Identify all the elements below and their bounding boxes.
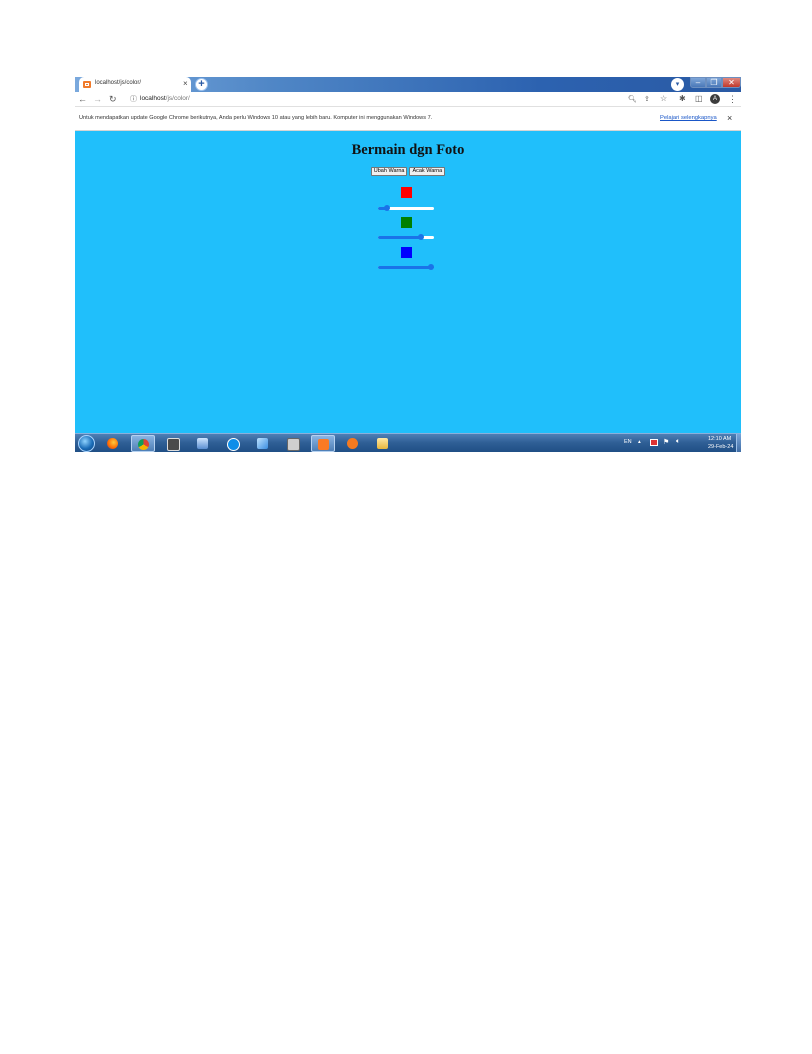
- teamviewer-icon: [227, 438, 240, 451]
- slider-fill: [378, 266, 434, 269]
- notepad-icon: [257, 438, 268, 449]
- minimize-button[interactable]: –: [690, 77, 706, 88]
- browser-title-bar: localhost/js/color/ × + ▾ – ❐ ✕: [75, 77, 741, 92]
- infobar-message: Untuk mendapatkan update Google Chrome b…: [79, 115, 433, 121]
- taskbar-media-player[interactable]: [341, 435, 365, 452]
- close-window-button[interactable]: ✕: [722, 77, 741, 88]
- restore-button[interactable]: ❐: [706, 77, 722, 88]
- file-explorer-icon: [377, 438, 388, 449]
- clock-date[interactable]: 29-Feb-24: [708, 444, 733, 450]
- taskbar-app[interactable]: [161, 435, 185, 452]
- tab-title: localhost/js/color/: [95, 80, 142, 86]
- kebab-menu-icon[interactable]: ⋮: [728, 93, 737, 105]
- page-content: Bermain dgn Foto Ubah Warna Acak Warna: [75, 131, 741, 433]
- address-bar[interactable]: localhost/js/color/: [140, 95, 190, 102]
- forward-arrow-icon[interactable]: →: [93, 93, 102, 105]
- taskbar-xampp[interactable]: [311, 435, 335, 452]
- chrome-icon: [138, 439, 149, 450]
- new-tab-button[interactable]: +: [195, 78, 208, 91]
- profile-avatar[interactable]: A: [710, 94, 720, 104]
- bookmark-star-icon[interactable]: ☆: [660, 93, 667, 105]
- reload-icon[interactable]: ↻: [109, 93, 117, 105]
- taskbar-keyboard[interactable]: [281, 435, 305, 452]
- update-infobar: Untuk mendapatkan update Google Chrome b…: [75, 107, 741, 131]
- keyboard-icon: [287, 438, 300, 451]
- taskbar-firefox[interactable]: [101, 435, 125, 452]
- taskbar-notepad[interactable]: [251, 435, 275, 452]
- url-host: localhost: [140, 95, 166, 102]
- taskbar-teamviewer[interactable]: [221, 435, 245, 452]
- firefox-icon: [107, 438, 118, 449]
- app-icon: [167, 438, 180, 451]
- system-tray: EN ▴ ⚑ 🔈︎ 12:10 AM 29-Feb-24: [620, 434, 741, 452]
- taskbar-file-explorer[interactable]: [371, 435, 395, 452]
- infobar-close-icon[interactable]: ×: [727, 112, 732, 124]
- page-title: Bermain dgn Foto: [351, 142, 465, 158]
- browser-toolbar: ← → ↻ ⓘ localhost/js/color/ 🔍︎ ⇪ ☆ ✱ ◫ A…: [75, 92, 741, 107]
- action-center-flag-icon[interactable]: [650, 439, 658, 446]
- language-indicator[interactable]: EN: [624, 439, 632, 445]
- tray-expand-icon[interactable]: ▴: [638, 439, 641, 445]
- slider-thumb[interactable]: [428, 264, 434, 270]
- button-row: Ubah Warna Acak Warna: [75, 167, 741, 176]
- show-desktop-button[interactable]: [736, 434, 741, 452]
- change-color-button[interactable]: Ubah Warna: [370, 167, 408, 176]
- back-arrow-icon[interactable]: ←: [78, 93, 87, 105]
- blue-swatch: [401, 247, 412, 258]
- clock-time[interactable]: 12:10 AM: [708, 436, 731, 442]
- learn-more-link[interactable]: Pelajari selengkapnya: [660, 115, 717, 121]
- green-slider[interactable]: [378, 234, 434, 240]
- taskbar-chrome[interactable]: [131, 435, 155, 452]
- start-button[interactable]: [78, 435, 95, 452]
- url-path: /js/color/: [165, 95, 190, 102]
- random-color-button[interactable]: Acak Warna: [409, 167, 446, 176]
- xampp-icon: [318, 439, 329, 450]
- side-panel-icon[interactable]: ◫: [695, 93, 703, 105]
- taskbar-network[interactable]: [191, 435, 215, 452]
- red-swatch: [401, 187, 412, 198]
- media-player-icon: [347, 438, 358, 449]
- tab-close-icon[interactable]: ×: [183, 79, 188, 89]
- browser-tab[interactable]: localhost/js/color/ ×: [79, 77, 191, 92]
- share-icon[interactable]: ⇪: [644, 94, 650, 106]
- green-swatch: [401, 217, 412, 228]
- site-info-icon[interactable]: ⓘ: [130, 94, 137, 106]
- extensions-icon[interactable]: ✱: [679, 93, 686, 105]
- red-slider[interactable]: [378, 205, 434, 211]
- network-tray-icon[interactable]: ⚑: [663, 438, 669, 446]
- zoom-icon[interactable]: 🔍︎: [628, 94, 637, 106]
- slider-fill: [378, 236, 421, 239]
- slider-thumb[interactable]: [418, 234, 424, 240]
- tab-search-icon[interactable]: ▾: [671, 78, 684, 91]
- slider-thumb[interactable]: [384, 205, 390, 211]
- volume-icon[interactable]: 🔈︎: [676, 438, 680, 446]
- blue-slider[interactable]: [378, 264, 434, 270]
- network-icon: [197, 438, 208, 449]
- xampp-favicon-icon: [83, 81, 91, 88]
- screen: localhost/js/color/ × + ▾ – ❐ ✕ ← → ↻ ⓘ …: [75, 77, 741, 452]
- windows-taskbar: EN ▴ ⚑ 🔈︎ 12:10 AM 29-Feb-24: [75, 433, 741, 452]
